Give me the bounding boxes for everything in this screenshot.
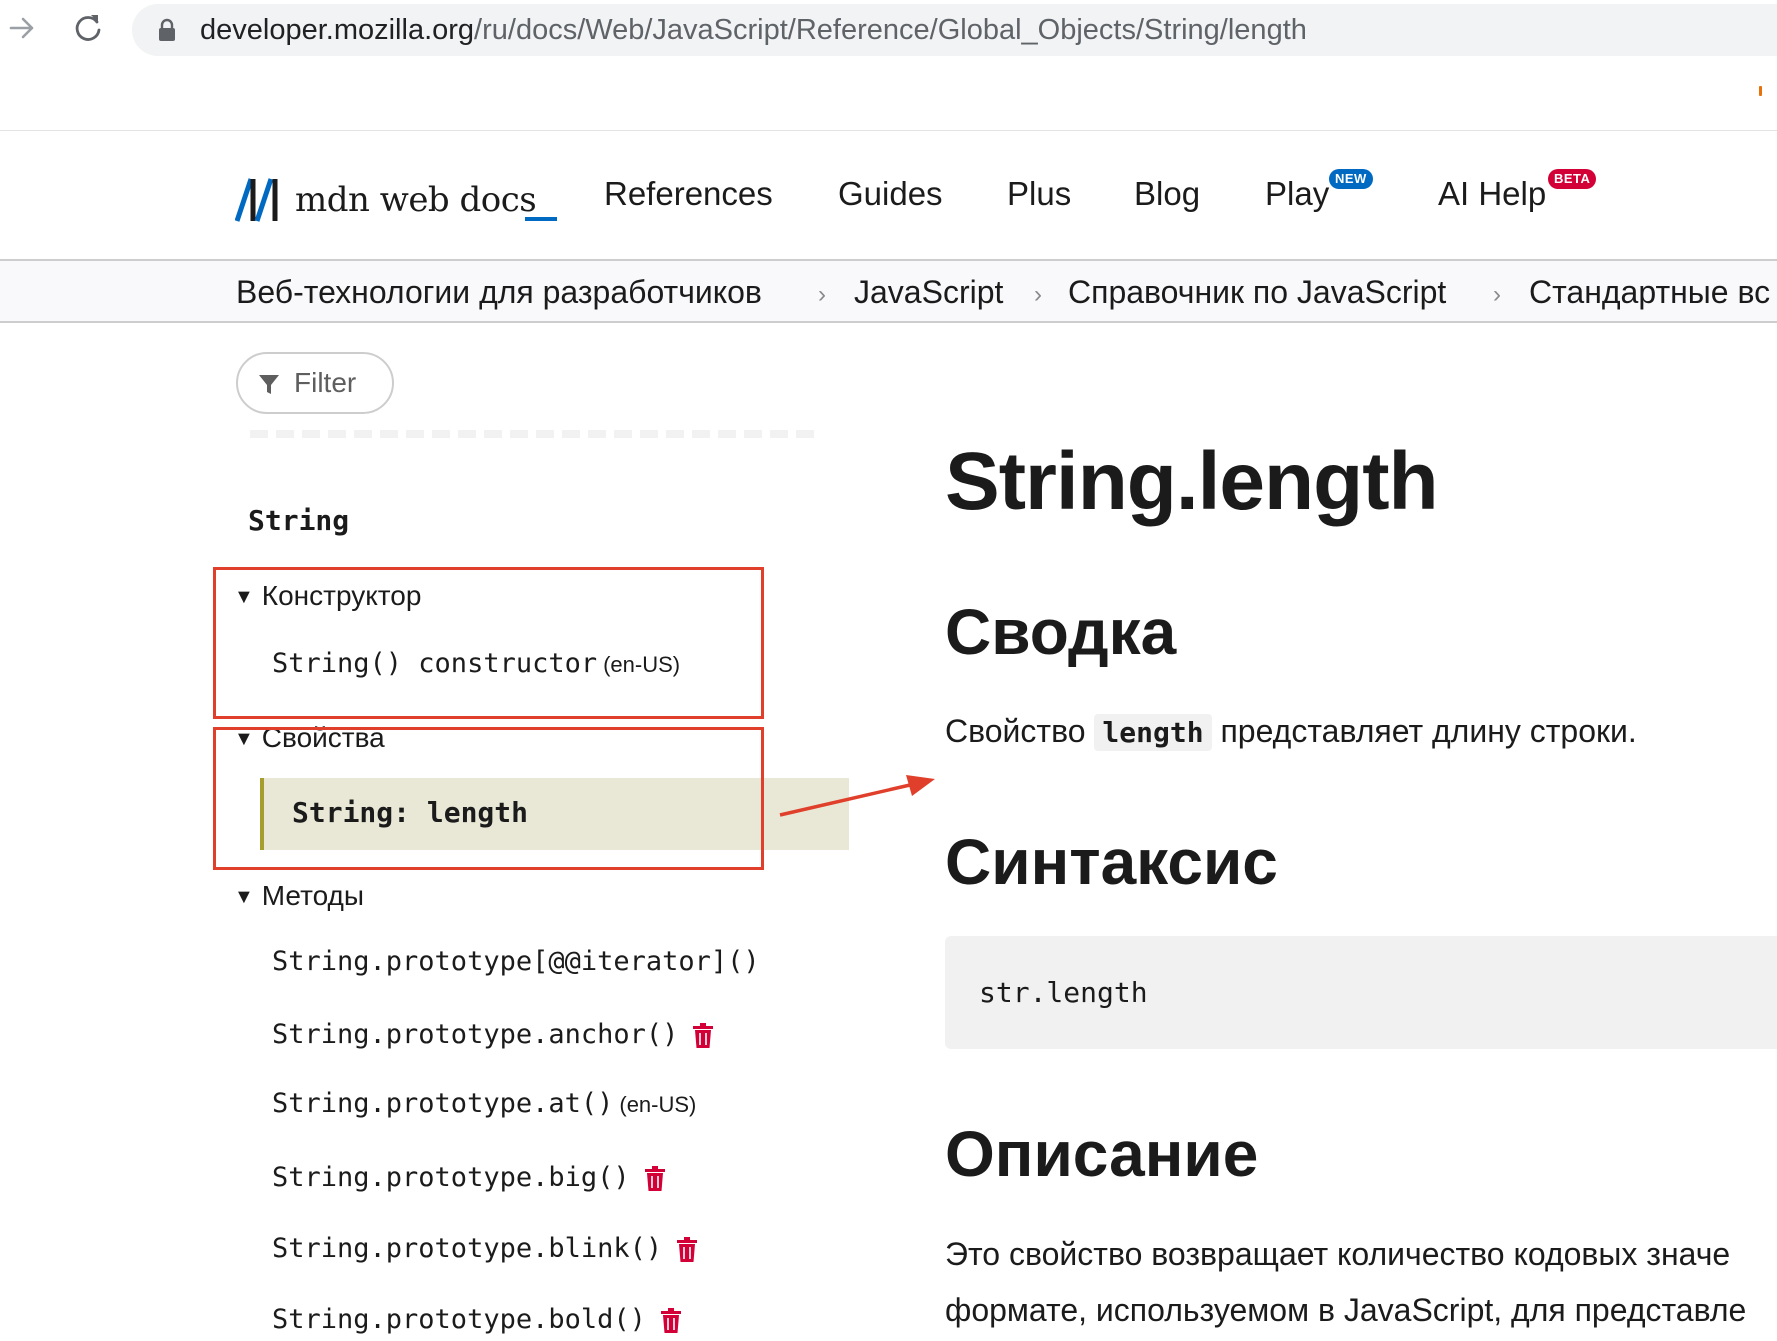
lock-icon [158,18,176,47]
sidebar-item-method[interactable]: String.prototype.bold() [272,1302,682,1335]
sidebar-item-label: String.prototype.at() [272,1088,614,1119]
triangle-down-icon: ▼ [234,886,254,908]
new-badge: NEW [1329,169,1373,189]
page-title: String.length [945,436,1439,527]
logo-underscore [525,217,557,221]
menu-ai-help[interactable]: AI Help [1438,175,1546,213]
inline-code: length [1094,714,1212,751]
menu-plus[interactable]: Plus [1007,175,1071,213]
trash-icon [660,1308,682,1341]
locale-tag: (en-US) [619,1092,697,1117]
address-bar[interactable]: developer.mozilla.org/ru/docs/Web/JavaSc… [132,4,1777,56]
sidebar-item-method[interactable]: String.prototype.at() (en-US) [272,1088,696,1119]
filter-button[interactable]: Filter [236,352,394,414]
faded-sidebar-text [250,430,820,438]
trash-icon [644,1166,666,1199]
sidebar-item-method[interactable]: String.prototype.big() [272,1160,666,1193]
sidebar-item-label: String.prototype[@@iterator]() [272,946,760,977]
url-text: developer.mozilla.org/ru/docs/Web/JavaSc… [200,14,1307,46]
annotation-box-constructor [213,567,764,719]
breadcrumb-item[interactable]: Стандартные вс [1529,274,1770,311]
annotation-box-properties [213,727,764,870]
filter-label: Filter [294,367,357,398]
beta-badge: BETA [1548,169,1597,189]
breadcrumb-item[interactable]: Справочник по JavaScript [1068,274,1446,311]
logo-text: mdn web docs [295,180,537,220]
sidebar-title[interactable]: String [248,504,349,537]
sidebar-item-label: String.prototype.big() [272,1162,630,1193]
mdn-logo-icon [235,178,278,222]
trash-icon [676,1237,698,1270]
menu-blog[interactable]: Blog [1134,175,1200,213]
site-header: mdn web docs References Guides Plus Blog… [0,131,1777,258]
code-text: str.length [979,976,1148,1009]
description-line: формате, используемом в JavaScript, для … [945,1292,1747,1328]
summary-text: представляет длину строки. [1211,713,1637,749]
heading-summary: Сводка [945,596,1177,668]
browser-toolbar: developer.mozilla.org/ru/docs/Web/JavaSc… [0,0,1777,60]
sidebar-item-method[interactable]: String.prototype.anchor() [272,1017,714,1050]
chevron-right-icon: › [818,281,826,308]
menu-references[interactable]: References [604,175,773,213]
menu-guides[interactable]: Guides [838,175,943,213]
description-line: Это свойство возвращает количество кодов… [945,1236,1731,1272]
chevron-right-icon: › [1034,281,1042,308]
heading-syntax: Синтаксис [945,826,1278,898]
breadcrumb: Веб-технологии для разработчиков › JavaS… [0,259,1777,323]
heading-description: Описание [945,1118,1259,1190]
reload-icon[interactable] [68,8,108,48]
menu-play[interactable]: Play [1265,175,1329,213]
section-label: Методы [261,880,365,911]
sidebar-item-label: String.prototype.blink() [272,1233,663,1264]
code-block: str.length [945,936,1777,1049]
summary-text: Свойство [945,713,1095,749]
filter-icon [258,373,280,402]
breadcrumb-item[interactable]: Веб-технологии для разработчиков [236,274,762,311]
sidebar-section-methods[interactable]: ▼ Методы [234,880,364,912]
trash-icon [692,1023,714,1056]
forward-arrow-icon[interactable] [2,8,42,48]
summary-paragraph: Свойство length представляет длину строк… [945,713,1637,751]
sidebar-item-label: String.prototype.anchor() [272,1019,679,1050]
annotation-arrow [779,775,935,817]
extension-indicator [1759,86,1762,96]
sidebar-item-method[interactable]: String.prototype.blink() [272,1231,698,1264]
chevron-right-icon: › [1493,281,1501,308]
sidebar-item-method[interactable]: String.prototype[@@iterator]() [272,946,760,977]
sidebar-item-label: String.prototype.bold() [272,1304,646,1335]
mdn-logo[interactable]: mdn web docs [235,175,537,225]
breadcrumb-item[interactable]: JavaScript [854,274,1003,311]
